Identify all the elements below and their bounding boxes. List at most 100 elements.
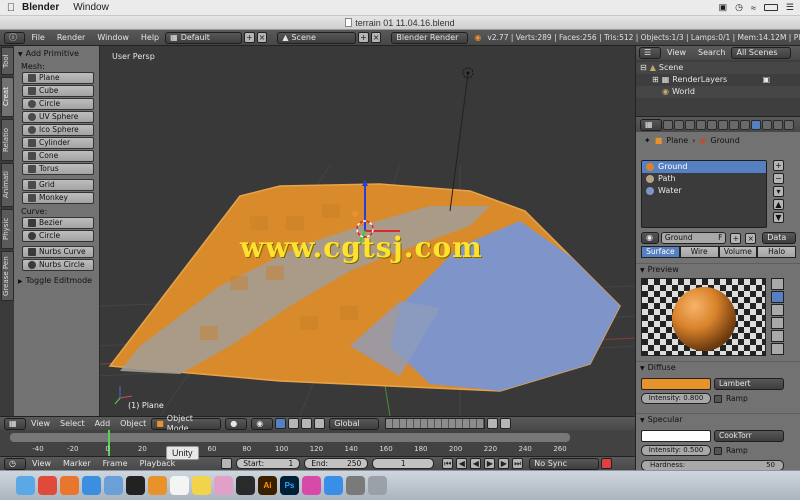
- curve-bezier-button[interactable]: Bezier: [22, 217, 94, 229]
- add-primitive-panel-header[interactable]: ▼ Add Primitive: [18, 49, 95, 58]
- mesh-cylinder-button[interactable]: Cylinder: [22, 137, 94, 149]
- dock-trash-icon[interactable]: [368, 476, 387, 495]
- expand-icon-2[interactable]: ⊞: [652, 74, 659, 86]
- diffuse-shader-selector[interactable]: Lambert: [714, 378, 784, 390]
- dock-chrome-icon[interactable]: [38, 476, 57, 495]
- window-menu[interactable]: Window: [73, 2, 109, 13]
- preview-hair-button[interactable]: [771, 330, 784, 342]
- record-button[interactable]: [601, 458, 613, 469]
- slot-menu-button[interactable]: ▾: [773, 186, 784, 197]
- dock-terminal-icon[interactable]: [236, 476, 255, 495]
- pin-icon[interactable]: ✦: [644, 136, 651, 145]
- start-frame-field[interactable]: Start: 1: [236, 458, 301, 469]
- renderlayer-tab-icon[interactable]: [674, 119, 684, 130]
- tab-animation[interactable]: Animati: [1, 163, 14, 207]
- particles-tab-icon[interactable]: [773, 119, 783, 130]
- transform-orientation-selector[interactable]: Global: [329, 417, 380, 430]
- remove-slot-button[interactable]: −: [773, 173, 784, 184]
- move-slot-up-button[interactable]: ▲: [773, 199, 784, 210]
- outliner-display-mode[interactable]: All Scenes: [731, 47, 792, 59]
- editor-type-3dview[interactable]: ▦: [4, 417, 26, 430]
- diffuse-intensity-field[interactable]: Intensity: 0.800: [641, 393, 711, 404]
- outliner-row-renderlayers[interactable]: ⊞ ▦ RenderLayers ▣: [636, 74, 800, 86]
- render-engine-selector[interactable]: Blender Render: [391, 31, 469, 44]
- 3dview-menu-view[interactable]: View: [26, 418, 55, 430]
- mesh-uv-sphere-button[interactable]: UV Sphere: [22, 111, 94, 123]
- unlink-material-button[interactable]: ×: [745, 232, 757, 244]
- play-reverse-button[interactable]: ◀: [470, 458, 482, 469]
- 3d-viewport[interactable]: User Persp (1) Plane www.cgtsj.com: [100, 46, 635, 416]
- mesh-cone-button[interactable]: Cone: [22, 150, 94, 162]
- editor-type-info[interactable]: ⓘ: [4, 31, 26, 44]
- material-tab-icon[interactable]: [751, 119, 761, 130]
- dock-preferences-icon[interactable]: [346, 476, 365, 495]
- add-slot-button[interactable]: +: [773, 160, 784, 171]
- specular-color-swatch[interactable]: [641, 430, 711, 442]
- world-tab-icon[interactable]: [696, 119, 706, 130]
- mesh-cube-button[interactable]: Cube: [22, 85, 94, 97]
- specular-ramp-toggle[interactable]: Ramp: [714, 445, 748, 456]
- dock-app-store-icon[interactable]: [324, 476, 343, 495]
- dock-photos-icon[interactable]: [214, 476, 233, 495]
- dock-illustrator-icon[interactable]: Ai: [258, 476, 277, 495]
- scene-tab-icon[interactable]: [685, 119, 695, 130]
- scene-selector[interactable]: ▲ Scene: [277, 31, 357, 44]
- menu-file[interactable]: File: [25, 32, 50, 44]
- outliner-menu-search[interactable]: Search: [692, 47, 731, 59]
- outliner-row-scene[interactable]: ⊟ ▲ Scene: [636, 62, 800, 74]
- battery-icon[interactable]: [763, 4, 778, 11]
- mesh-torus-button[interactable]: Torus: [22, 163, 94, 175]
- specular-panel-header[interactable]: ▼ Specular: [636, 413, 800, 425]
- constraints-tab-icon[interactable]: [718, 119, 728, 130]
- diffuse-color-swatch[interactable]: [641, 378, 711, 390]
- physics-tab-icon[interactable]: [784, 119, 794, 130]
- prev-keyframe-button[interactable]: ◀: [456, 458, 468, 469]
- jump-end-button[interactable]: ⏭: [512, 458, 524, 469]
- curve-nurbs-curve-button[interactable]: Nurbs Curve: [22, 246, 94, 258]
- timeline-menu-marker[interactable]: Marker: [57, 458, 97, 470]
- mesh-grid-button[interactable]: Grid: [22, 179, 94, 191]
- add-scene-button[interactable]: +: [358, 32, 369, 43]
- dock-finder-icon[interactable]: [16, 476, 35, 495]
- interaction-mode-selector[interactable]: ■ Object Mode: [151, 414, 222, 433]
- material-slot[interactable]: Water: [642, 185, 766, 197]
- material-slot[interactable]: Ground: [642, 161, 766, 173]
- render-tab-icon[interactable]: [663, 119, 673, 130]
- rotate-manipulator[interactable]: [301, 418, 313, 429]
- curve-circle-button[interactable]: Circle: [22, 230, 94, 242]
- object-tab-icon[interactable]: [707, 119, 717, 130]
- preview-range-toggle[interactable]: [221, 458, 233, 469]
- clock-icon[interactable]: ◷: [735, 2, 743, 13]
- dock-firefox-icon[interactable]: [60, 476, 79, 495]
- outliner-row-world[interactable]: ◉ World: [636, 86, 800, 98]
- dock-itunes-icon[interactable]: [302, 476, 321, 495]
- timeline-area[interactable]: -40-200204060801001201401601802002202402…: [0, 430, 635, 456]
- browse-material-button[interactable]: ◉: [641, 232, 659, 244]
- tab-grease-pencil[interactable]: Grease Pen: [1, 251, 14, 301]
- editor-type-outliner[interactable]: ☰: [639, 47, 661, 59]
- tab-relations[interactable]: Relatio: [1, 119, 14, 161]
- wifi-icon[interactable]: ≈: [751, 3, 756, 13]
- menu-render[interactable]: Render: [51, 32, 91, 44]
- remove-layout-button[interactable]: ×: [256, 32, 268, 43]
- curve-nurbs-circle-button[interactable]: Nurbs Circle: [22, 259, 94, 271]
- end-frame-field[interactable]: End: 250: [304, 458, 369, 469]
- dock-safari-icon[interactable]: [82, 476, 101, 495]
- data-tab-icon[interactable]: [740, 119, 750, 130]
- specular-shader-selector[interactable]: CookTorr: [714, 430, 784, 442]
- pivot-selector[interactable]: ◉: [251, 417, 274, 430]
- jump-start-button[interactable]: ⏮: [442, 458, 454, 469]
- new-material-button[interactable]: +: [730, 232, 742, 244]
- preview-panel-header[interactable]: ▼ Preview: [636, 263, 800, 275]
- dock-calendar-icon[interactable]: [170, 476, 189, 495]
- sync-mode-selector[interactable]: No Sync: [529, 457, 600, 470]
- dock-notes-icon[interactable]: [192, 476, 211, 495]
- mesh-monkey-button[interactable]: Monkey: [22, 192, 94, 204]
- dock-unity-icon[interactable]: [126, 476, 145, 495]
- tab-surface[interactable]: Surface: [641, 246, 680, 258]
- toggle-editmode-header[interactable]: ▶ Toggle Editmode: [18, 276, 95, 285]
- mesh-circle-button[interactable]: Circle: [22, 98, 94, 110]
- modifiers-tab-icon[interactable]: [729, 119, 739, 130]
- manipulator-toggle[interactable]: [275, 418, 287, 429]
- shading-selector[interactable]: ●: [225, 417, 248, 430]
